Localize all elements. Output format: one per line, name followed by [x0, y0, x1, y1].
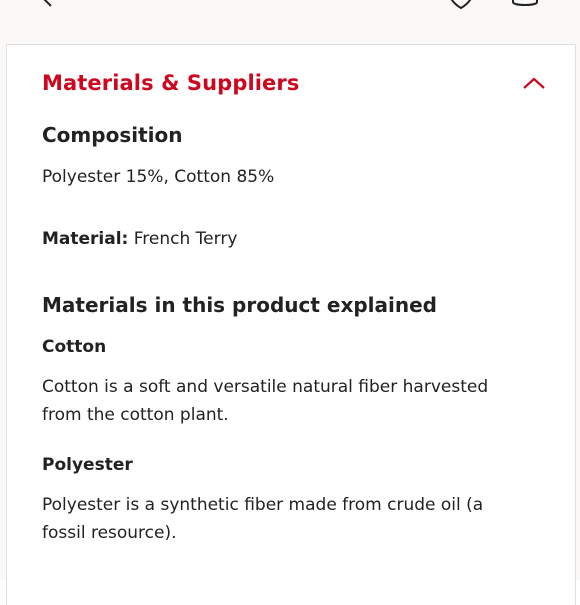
composition-heading: Composition: [42, 123, 183, 147]
composition-value: Polyester 15%, Cotton 85%: [42, 167, 275, 187]
material-row: Material: French Terry: [42, 225, 522, 253]
content-panel: Materials & Suppliers Composition Polyes…: [0, 24, 580, 605]
top-navigation-bar: [0, 0, 580, 25]
material-description-polyester: Polyester is a synthetic fiber made from…: [42, 495, 484, 543]
material-label: Material:: [42, 229, 129, 249]
chevron-left-icon[interactable]: [40, 0, 56, 10]
materials-explained-heading: Materials in this product explained: [42, 293, 437, 317]
material-value: French Terry: [133, 229, 238, 249]
material-description-cotton: Cotton is a soft and versatile natural f…: [42, 377, 489, 425]
accordion-header[interactable]: Materials & Suppliers: [42, 71, 545, 103]
materials-accordion: Materials & Suppliers Composition Polyes…: [6, 44, 576, 605]
material-name-polyester: Polyester: [42, 455, 133, 475]
material-name-cotton: Cotton: [42, 337, 107, 357]
section-title: Materials & Suppliers: [42, 71, 300, 95]
shopping-bag-icon[interactable]: [510, 0, 540, 10]
heart-icon[interactable]: [448, 0, 474, 10]
chevron-up-icon[interactable]: [522, 75, 546, 91]
